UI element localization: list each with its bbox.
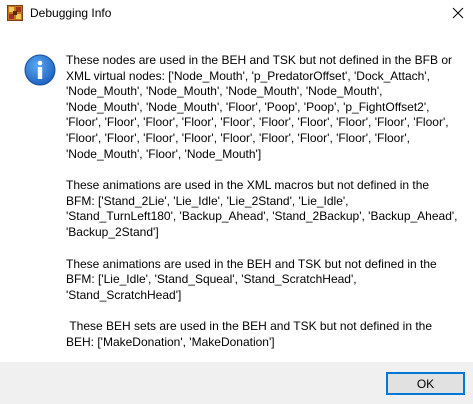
app-icon [7,5,23,21]
message-paragraph-nodes: These nodes are used in the BEH and TSK … [66,53,453,161]
title-bar[interactable]: Debugging Info [0,0,473,26]
info-icon [24,54,56,86]
message-text: These nodes are used in the BEH and TSK … [66,53,458,367]
message-paragraph-beh-animations: These animations are used in the BEH and… [66,256,437,302]
debugging-info-dialog: Debugging Info These nodes are used in t… [0,0,473,404]
ok-button[interactable]: OK [386,372,465,395]
window-title: Debugging Info [30,6,112,20]
message-paragraph-beh-sets: These BEH sets are used in the BEH and T… [66,319,436,349]
dialog-content: These nodes are used in the BEH and TSK … [0,26,473,362]
message-paragraph-xml-animations: These animations are used in the XML mac… [66,178,458,239]
button-bar: OK [0,362,473,404]
close-button[interactable] [443,0,473,26]
close-icon [452,7,464,19]
